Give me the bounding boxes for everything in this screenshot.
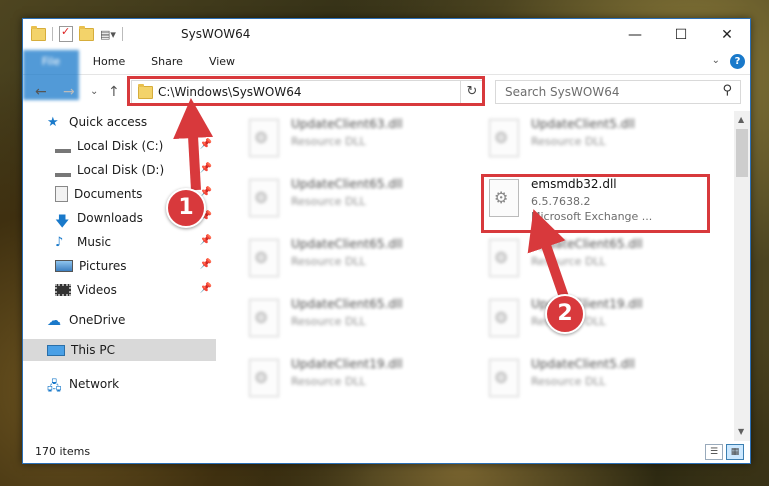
- annotation-badge-1: 1: [166, 188, 206, 228]
- annotation-badge-2: 2: [545, 294, 585, 334]
- annotation-arrows: [173, 98, 570, 302]
- arrow-2: [527, 209, 570, 302]
- arrow-1: [173, 98, 214, 191]
